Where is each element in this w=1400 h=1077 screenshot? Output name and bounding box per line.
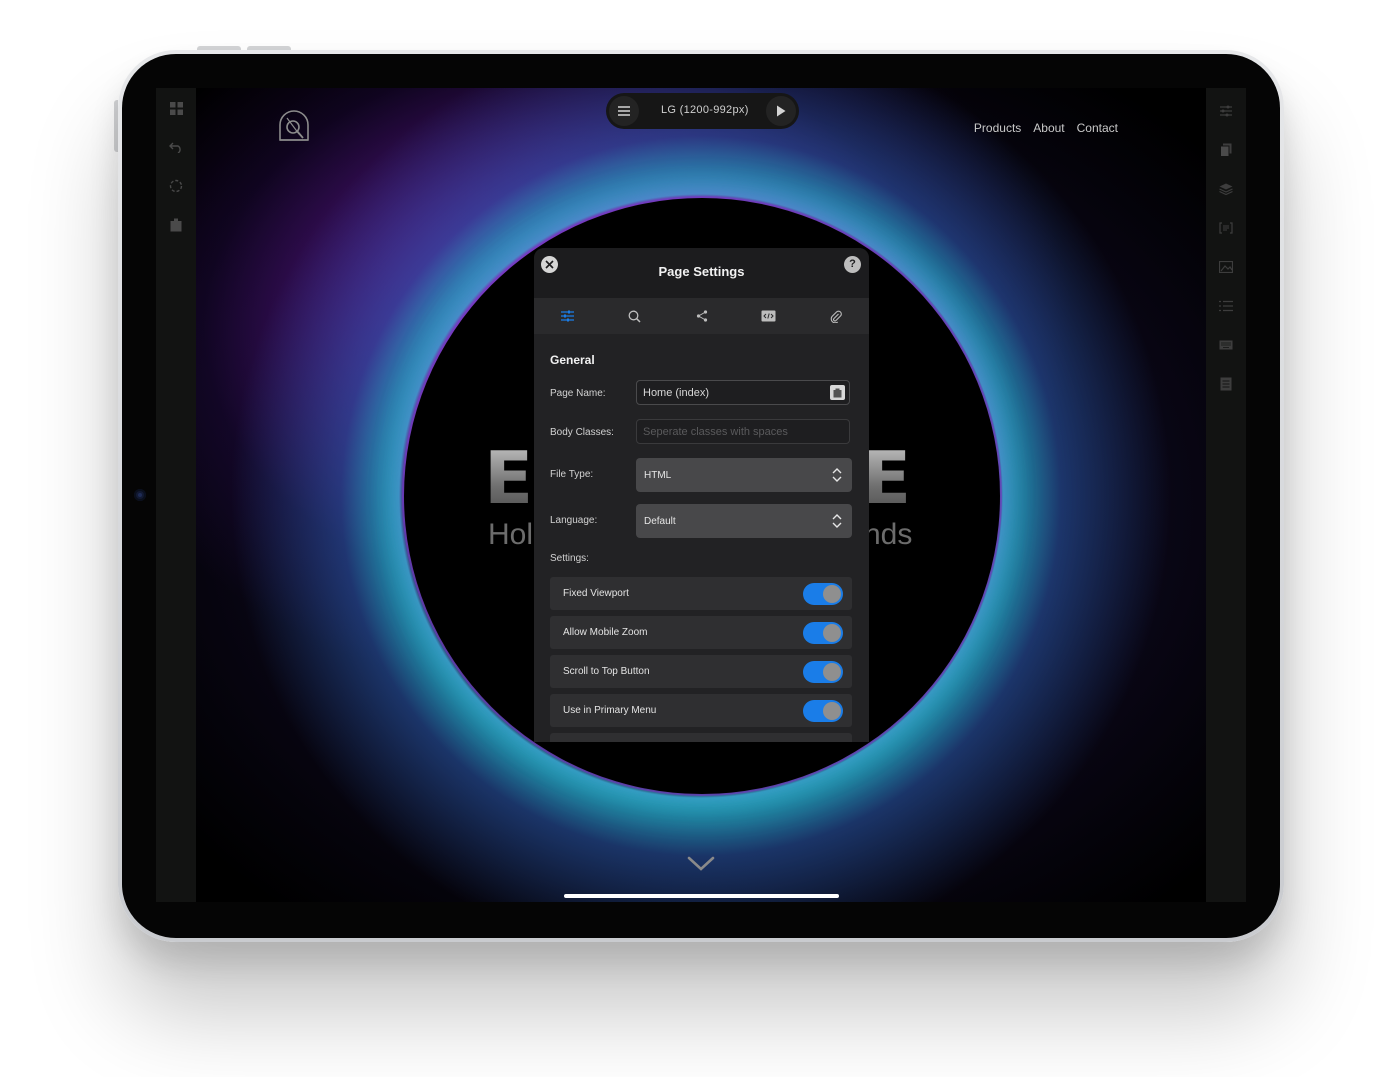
front-camera [134,489,146,501]
file-type-value: HTML [644,470,672,481]
settings-tabs [534,298,869,334]
tab-seo[interactable] [601,298,668,334]
toggle-row-next [550,733,852,742]
chevron-down-icon[interactable] [687,856,715,877]
file-type-label: File Type: [550,469,594,480]
breakpoint-toolbar: LG (1200-992px) [606,93,799,129]
hamburger-menu-button[interactable] [609,96,639,126]
sliders-icon[interactable] [1217,102,1235,120]
nav-link-products[interactable]: Products [974,121,1021,135]
toggle-row-allow-mobile-zoom: Allow Mobile Zoom [550,616,852,649]
site-nav: Products About Contact [974,121,1118,135]
body-classes-label: Body Classes: [550,427,614,438]
modal-title: Page Settings [658,264,745,279]
grid-icon[interactable] [167,99,185,117]
hero-heading-left: E [484,436,536,520]
list-icon[interactable] [1217,297,1235,315]
language-select[interactable]: Default [636,504,852,538]
file-type-select[interactable]: HTML [636,458,852,492]
share-icon [696,310,707,322]
toggle-label: Fixed Viewport [563,588,629,599]
clipboard-icon[interactable] [167,216,185,234]
chevron-up-down-icon [832,514,842,528]
image-icon[interactable] [1217,258,1235,276]
body-classes-field[interactable]: Seperate classes with spaces [636,419,850,444]
switch-knob [823,663,841,681]
select-frame-icon[interactable] [167,177,185,195]
toggle-row-fixed-viewport: Fixed Viewport [550,577,852,610]
page-settings-modal: Page Settings ? General Page Name: Home … [534,248,869,742]
left-toolbar [156,88,196,902]
toggle-label: Allow Mobile Zoom [563,627,648,638]
toggle-label: Use in Primary Menu [563,705,657,716]
document-icon[interactable] [1217,375,1235,393]
tab-attachments[interactable] [802,298,869,334]
page-name-field[interactable]: Home (index) [636,380,850,405]
section-title-general: General [550,353,595,367]
page-name-value: Home (index) [643,387,710,399]
tab-general[interactable] [534,298,601,334]
toggle-row-primary-menu: Use in Primary Menu [550,694,852,727]
help-button[interactable]: ? [844,256,861,273]
switch-knob [823,624,841,642]
hero-heading-right: E [862,436,914,520]
primary-menu-switch[interactable] [803,700,843,722]
nav-link-contact[interactable]: Contact [1077,121,1118,135]
hero-subtitle-right: nds [864,518,913,551]
switch-knob [823,585,841,603]
site-logo-icon[interactable] [277,110,311,144]
right-toolbar [1206,88,1246,902]
layers-icon[interactable] [1217,180,1235,198]
body-classes-placeholder: Seperate classes with spaces [643,426,788,438]
allow-mobile-zoom-switch[interactable] [803,622,843,644]
home-indicator[interactable] [564,894,839,898]
paperclip-icon [830,310,842,323]
toggle-label: Scroll to Top Button [563,666,650,677]
code-icon [761,310,776,322]
component-icon[interactable] [1217,219,1235,237]
play-preview-button[interactable] [766,96,796,126]
breakpoint-label[interactable]: LG (1200-992px) [661,104,749,116]
language-value: Default [644,516,676,527]
chevron-up-down-icon [832,468,842,482]
tab-code[interactable] [735,298,802,334]
page-file-icon[interactable] [830,385,845,400]
modal-header: Page Settings ? [534,248,869,298]
nav-link-about[interactable]: About [1033,121,1064,135]
screen: E E Hol nds LG (1200-992px) Products Abo… [156,88,1246,902]
keyboard-icon[interactable] [1217,336,1235,354]
settings-label: Settings: [550,553,589,564]
undo-icon[interactable] [167,138,185,156]
sliders-icon [561,310,574,322]
language-label: Language: [550,515,598,526]
search-icon [628,310,641,323]
page-name-label: Page Name: [550,388,606,399]
fixed-viewport-switch[interactable] [803,583,843,605]
switch-knob [823,702,841,720]
tab-social[interactable] [668,298,735,334]
pages-icon[interactable] [1217,141,1235,159]
modal-body: General Page Name: Home (index) Body Cla… [534,334,869,742]
hero-subtitle-left: Hol [488,518,534,551]
scroll-to-top-switch[interactable] [803,661,843,683]
toggle-row-scroll-to-top: Scroll to Top Button [550,655,852,688]
